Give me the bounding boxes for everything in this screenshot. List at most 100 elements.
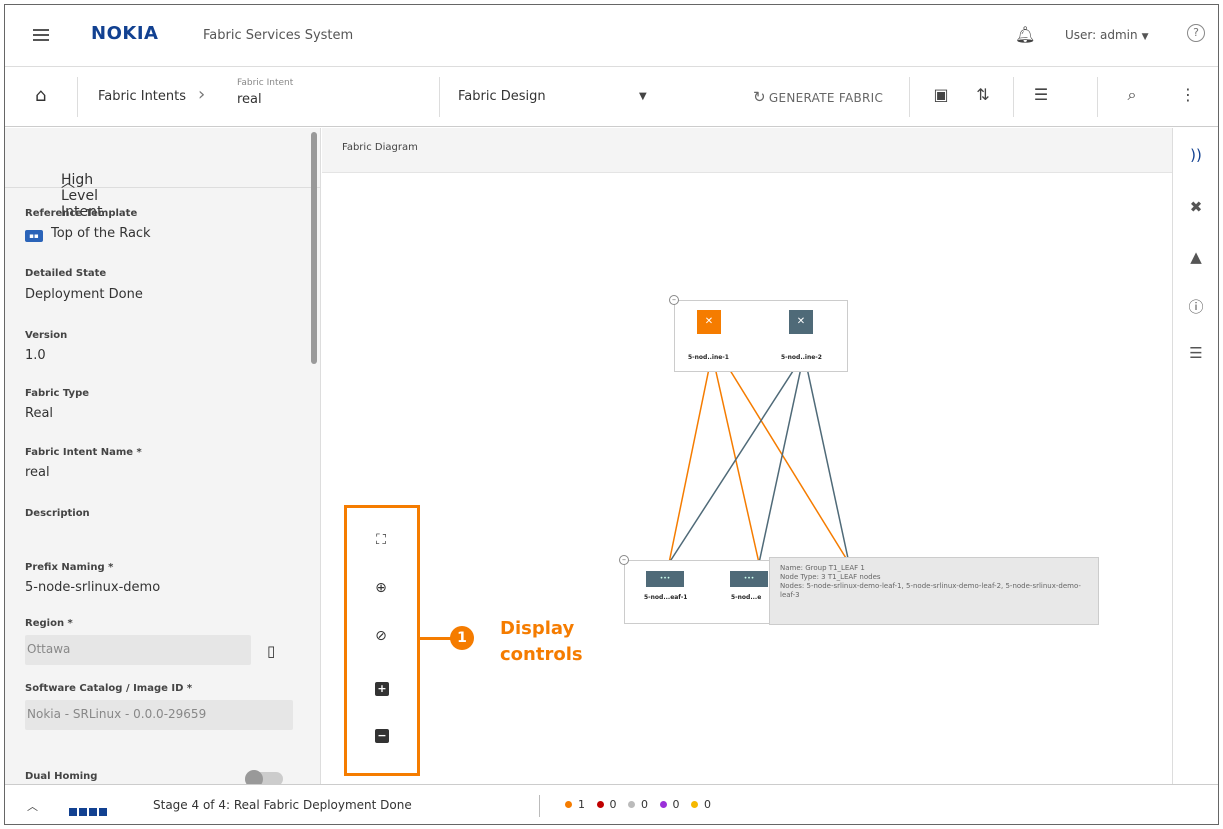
- fabric-diagram-canvas[interactable]: Fabric Diagram – ✕ 5-nod..ine-1 ✕ 5-nod.…: [322, 128, 1172, 784]
- app-title: Fabric Services System: [203, 28, 354, 43]
- generate-fabric-button[interactable]: ↻ GENERATE FABRIC: [753, 88, 883, 106]
- chevron-down-icon[interactable]: ▼: [639, 91, 647, 102]
- user-menu[interactable]: User: admin ▼: [1065, 28, 1149, 42]
- more-vertical-icon[interactable]: ⋮: [1177, 85, 1199, 104]
- detailed-state-value: Deployment Done: [25, 287, 143, 302]
- callout-connector: [420, 637, 452, 640]
- stage-progress: [69, 801, 109, 820]
- dual-homing-toggle[interactable]: [245, 770, 283, 784]
- breadcrumb-fabric-intents[interactable]: Fabric Intents: [98, 89, 186, 104]
- deploy-icon[interactable]: ⇅: [972, 85, 994, 104]
- map-icon[interactable]: ▯: [267, 642, 275, 660]
- status-count: 0: [672, 798, 680, 811]
- version-label: Version: [25, 330, 68, 341]
- dual-homing-label: Dual Homing: [25, 771, 98, 782]
- spine-node-1[interactable]: ✕: [697, 310, 721, 334]
- status-dot: [659, 801, 667, 808]
- warning-icon[interactable]: ▲: [1185, 248, 1207, 266]
- detailed-state-label: Detailed State: [25, 268, 107, 279]
- app-window: NOKIA Fabric Services System 🔔︎ User: ad…: [4, 4, 1219, 825]
- status-count: 1: [578, 798, 585, 811]
- topology-links: [668, 353, 850, 564]
- status-count: 0: [641, 798, 648, 811]
- status-dot: [596, 801, 604, 808]
- status-footer: ︿ Stage 4 of 4: Real Fabric Deployment D…: [5, 784, 1218, 824]
- fabric-intent-name-value[interactable]: real: [25, 465, 50, 480]
- section-header[interactable]: ︿ High Level Intent: [5, 128, 320, 220]
- status-dot: [565, 801, 572, 808]
- template-icon: ▪▪: [25, 230, 43, 242]
- list-icon[interactable]: ☰: [1185, 344, 1207, 362]
- stage-text: Stage 4 of 4: Real Fabric Deployment Don…: [153, 798, 412, 812]
- nokia-logo: NOKIA: [91, 23, 159, 44]
- spine-node-2[interactable]: ✕: [789, 310, 813, 334]
- collapse-icon[interactable]: –: [669, 295, 679, 305]
- software-catalog-input[interactable]: Nokia - SRLinux - 0.0.0-29659: [25, 700, 293, 730]
- generate-fabric-label: GENERATE FABRIC: [768, 91, 884, 105]
- leaf-group[interactable]: [624, 560, 774, 624]
- node-tooltip: Name: Group T1_LEAF 1 Node Type: 3 T1_LE…: [769, 557, 1099, 625]
- tooltip-node-type: Node Type: 3 T1_LEAF nodes: [780, 573, 881, 581]
- display-controls-panel: ⛶ ⊕ ⊘ + −: [344, 505, 420, 776]
- zoom-in-icon[interactable]: +: [375, 682, 389, 696]
- view-select[interactable]: Fabric Design: [458, 89, 546, 104]
- fabric-intent-name-label: Fabric Intent Name *: [25, 447, 142, 458]
- spine-2-label: 5-nod..ine-2: [781, 354, 822, 361]
- chevron-down-icon: ▼: [1141, 32, 1149, 42]
- callout-label: Display controls: [500, 616, 583, 668]
- callout-number: 1: [450, 626, 474, 650]
- info-icon[interactable]: ⓘ: [1185, 296, 1207, 317]
- collapse-icon[interactable]: –: [619, 555, 629, 565]
- leaf-1-label: 5-nod...eaf-1: [644, 594, 688, 601]
- spine-2-links: [668, 353, 850, 564]
- leaf-node-1[interactable]: •••: [646, 571, 684, 587]
- link[interactable]: [758, 353, 805, 564]
- error-icon[interactable]: ✖: [1185, 198, 1207, 216]
- chevron-up-icon[interactable]: ︿: [27, 798, 38, 814]
- divider: [539, 795, 540, 817]
- feed-icon[interactable]: )): [1185, 146, 1207, 164]
- region-input[interactable]: Ottawa: [25, 635, 251, 665]
- spine-1-links: [668, 353, 850, 564]
- search-icon[interactable]: ⌕: [1121, 85, 1143, 105]
- version-value: 1.0: [25, 348, 46, 363]
- help-icon[interactable]: ?: [1187, 24, 1205, 42]
- divider: [77, 77, 78, 117]
- link[interactable]: [803, 353, 850, 564]
- reference-template-text: Top of the Rack: [51, 226, 151, 241]
- leaf-2-label: 5-nod...e: [731, 594, 762, 601]
- scrollbar[interactable]: [311, 132, 317, 364]
- edit-icon[interactable]: ⊘: [367, 628, 395, 650]
- prefix-naming-value[interactable]: 5-node-srlinux-demo: [25, 580, 160, 595]
- status-dot: [691, 801, 698, 808]
- description-label: Description: [25, 508, 90, 519]
- status-dot: [628, 801, 635, 808]
- document-icon[interactable]: ☰: [1030, 85, 1052, 104]
- status-count: 0: [704, 798, 711, 811]
- leaf-node-2[interactable]: •••: [730, 571, 768, 587]
- chevron-right-icon: ›: [198, 84, 206, 105]
- breadcrumb-label: Fabric Intent: [237, 78, 294, 88]
- link[interactable]: [711, 353, 760, 564]
- user-name: User: admin: [1065, 28, 1138, 42]
- link[interactable]: [668, 353, 713, 564]
- fabric-type-label: Fabric Type: [25, 388, 90, 399]
- bell-icon[interactable]: 🔔︎: [1015, 25, 1035, 44]
- reference-template-label: Reference Template: [25, 208, 138, 219]
- menu-icon[interactable]: [33, 29, 49, 41]
- region-label: Region *: [25, 618, 73, 629]
- high-level-intent-panel: ︿ High Level Intent Reference Template ▪…: [5, 128, 321, 784]
- save-icon[interactable]: ▣: [930, 85, 952, 104]
- right-rail: )) ✖ ▲ ⓘ ☰: [1172, 128, 1218, 784]
- reference-template-value: ▪▪ Top of the Rack: [25, 226, 151, 242]
- select-area-icon[interactable]: ⊕: [367, 580, 395, 602]
- status-counts[interactable]: 1 0 0 0 0: [557, 798, 711, 811]
- divider: [1097, 77, 1098, 117]
- fit-screen-icon[interactable]: ⛶: [367, 532, 395, 554]
- zoom-out-icon[interactable]: −: [375, 729, 389, 743]
- software-catalog-label: Software Catalog / Image ID *: [25, 683, 193, 694]
- home-icon[interactable]: ⌂: [35, 85, 46, 106]
- refresh-icon: ↻: [753, 88, 766, 106]
- tooltip-nodes: Nodes: 5-node-srlinux-demo-leaf-1, 5-nod…: [780, 582, 1081, 599]
- divider: [439, 77, 440, 117]
